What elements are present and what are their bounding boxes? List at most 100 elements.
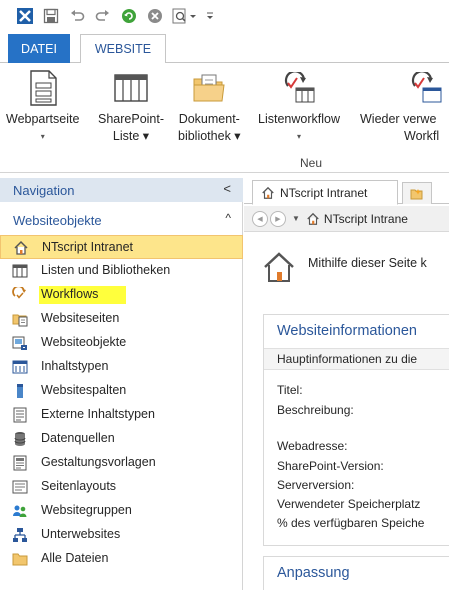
sidebar-item-external-content-types[interactable]: Externe Inhaltstypen <box>0 403 243 427</box>
reusable-workflow-icon <box>406 69 446 107</box>
ribbon-tabs: DATEI WEBSITE <box>0 33 449 64</box>
history-dropdown-icon[interactable]: ▼ <box>292 214 300 223</box>
webpart-page-icon <box>23 69 63 107</box>
sidebar-item-label: Alle Dateien <box>41 551 109 565</box>
undo-icon[interactable] <box>64 3 90 29</box>
site-assets-icon <box>12 335 28 351</box>
sidebar-item-label: Unterwebsites <box>41 527 121 541</box>
sidebar-item-label-wrap: Workflows <box>39 286 127 304</box>
list-workflow-label: Listenworkflow <box>258 112 340 126</box>
sidebar-item-site-assets[interactable]: Websiteobjekte <box>0 331 243 355</box>
sidebar-item-label: Inhaltstypen <box>41 359 109 373</box>
navigation-header[interactable]: Navigation < <box>0 178 243 202</box>
sidebar-item-label: Externe Inhaltstypen <box>41 407 155 421</box>
customization-title: Anpassung <box>277 565 350 581</box>
master-pages-icon <box>12 455 28 471</box>
sidebar-item-master-pages[interactable]: Gestaltungsvorlagen <box>0 451 243 475</box>
reusable-workflow-button[interactable]: Wieder verwe Workfl <box>360 69 446 145</box>
chevron-up-icon[interactable]: ^ <box>225 211 231 225</box>
home-icon <box>261 186 275 200</box>
field-description: Beschreibung: <box>277 403 354 417</box>
sidebar-item-site-pages[interactable]: Websiteseiten <box>0 307 243 331</box>
new-tab-icon <box>410 188 423 199</box>
sidebar-item-all-files[interactable]: Alle Dateien <box>0 547 243 571</box>
field-title: Titel: <box>277 383 303 397</box>
collapse-pane-icon[interactable]: < <box>223 181 231 196</box>
reusable-workflow-label: Wieder verwe <box>360 112 437 126</box>
sidebar-item-lists-libraries[interactable]: Listen und Bibliotheken <box>0 259 243 283</box>
forward-button[interactable]: ▶ <box>270 210 286 227</box>
sidebar-item-label: Seitenlayouts <box>41 479 117 493</box>
navigation-pane: Navigation < Websiteobjekte ^ NTscript I… <box>0 178 243 590</box>
site-objects-label: Websiteobjekte <box>13 212 102 228</box>
sidebar-item-workflows[interactable]: Workflows <box>0 283 243 307</box>
sidebar-item-content-types[interactable]: Inhaltstypen <box>0 355 243 379</box>
site-information-title: Websiteinformationen <box>277 323 417 339</box>
reusable-workflow-label-2: Workfl <box>404 129 440 143</box>
redo-icon[interactable] <box>90 3 116 29</box>
all-files-icon <box>12 551 28 567</box>
sharepoint-list-button[interactable]: SharePoint- Liste ▾ <box>98 69 164 145</box>
sharepoint-list-label: SharePoint- <box>98 112 165 126</box>
sidebar-item-site-columns[interactable]: Websitespalten <box>0 379 243 403</box>
page-layouts-icon <box>12 479 28 495</box>
webpart-page-button[interactable]: Webpartseite ▾ <box>6 69 79 145</box>
tab-file[interactable]: DATEI <box>8 34 70 64</box>
document-tabs: NTscript Intranet <box>244 178 449 205</box>
site-groups-icon <box>12 503 28 519</box>
list-workflow-dropdown[interactable]: ▾ <box>297 128 301 145</box>
home-icon <box>13 240 29 256</box>
field-web-address: Webadresse: <box>277 439 348 453</box>
sidebar-item-label: Websitespalten <box>41 383 127 397</box>
data-sources-icon <box>12 431 28 447</box>
ribbon: Webpartseite ▾ SharePoint- Liste ▾ Dokum… <box>0 63 449 173</box>
sidebar-item-label: Gestaltungsvorlagen <box>41 455 156 469</box>
home-icon <box>306 212 320 226</box>
sidebar-item-label: Datenquellen <box>41 431 115 445</box>
customize-toolbar-icon[interactable] <box>202 3 218 29</box>
sidebar-item-site-groups[interactable]: Websitegruppen <box>0 499 243 523</box>
ribbon-group-new-label: Neu <box>300 156 323 170</box>
webpart-page-label: Webpartseite <box>6 112 80 126</box>
sharepoint-designer-logo-icon[interactable] <box>12 3 38 29</box>
refresh-icon[interactable] <box>116 3 142 29</box>
external-content-types-icon <box>12 407 28 423</box>
webpart-page-dropdown[interactable]: ▾ <box>41 128 45 145</box>
sidebar-item-label: Workflows <box>39 286 127 304</box>
sidebar-item-label: Websiteseiten <box>41 311 120 325</box>
workflow-icon <box>12 287 28 303</box>
site-objects-list: NTscript Intranet Listen und Bibliotheke… <box>0 235 243 571</box>
field-storage-used: Verwendeter Speicherplatz <box>277 497 421 511</box>
tab-website[interactable]: WEBSITE <box>80 34 166 64</box>
list-workflow-button[interactable]: Listenworkflow ▾ <box>258 69 340 145</box>
document-library-label: Dokument- <box>178 112 240 126</box>
stop-icon[interactable] <box>142 3 168 29</box>
site-objects-section[interactable]: Websiteobjekte ^ <box>0 209 243 231</box>
site-columns-icon <box>12 383 28 399</box>
sidebar-item-page-layouts[interactable]: Seitenlayouts <box>0 475 243 499</box>
document-library-button[interactable]: Dokument- bibliothek ▾ <box>178 69 241 145</box>
sidebar-item-label: Websiteobjekte <box>41 335 127 349</box>
main-content: NTscript Intranet ◀ ▶ ▼ NTscript Intrane… <box>244 178 449 590</box>
quick-access-toolbar <box>0 0 449 32</box>
new-tab-button[interactable] <box>402 182 432 204</box>
field-server-version: Serverversion: <box>277 478 355 492</box>
document-library-icon <box>189 69 229 107</box>
navigation-header-label: Navigation <box>13 182 75 198</box>
sharepoint-list-icon <box>111 69 151 107</box>
sidebar-item-ntscript-intranet[interactable]: NTscript Intranet <box>0 235 243 259</box>
preview-in-browser-icon[interactable] <box>168 3 202 29</box>
sidebar-item-data-sources[interactable]: Datenquellen <box>0 427 243 451</box>
document-library-label-2[interactable]: bibliothek ▾ <box>178 128 241 145</box>
main-info-subheader: Hauptinformationen zu die <box>264 348 449 370</box>
customization-panel: Anpassung <box>263 556 449 590</box>
sidebar-item-subsites[interactable]: Unterwebsites <box>0 523 243 547</box>
save-icon[interactable] <box>38 3 64 29</box>
breadcrumb[interactable]: NTscript Intrane <box>306 212 408 226</box>
home-large-icon <box>262 250 296 287</box>
back-button[interactable]: ◀ <box>252 210 268 227</box>
address-bar: ◀ ▶ ▼ NTscript Intrane <box>244 206 449 232</box>
sharepoint-list-label-2[interactable]: Liste ▾ <box>113 128 149 145</box>
tab-label: NTscript Intranet <box>280 185 368 200</box>
tab-ntscript-intranet[interactable]: NTscript Intranet <box>252 180 398 205</box>
